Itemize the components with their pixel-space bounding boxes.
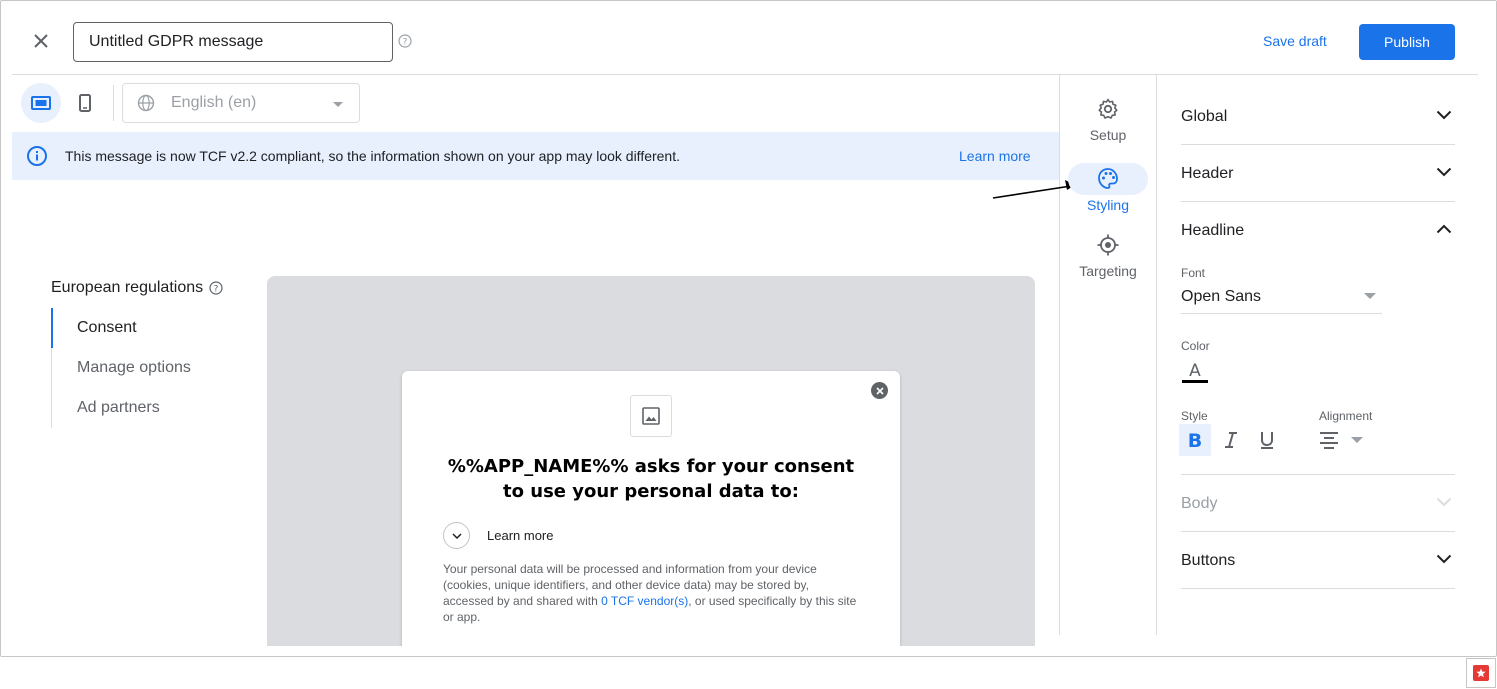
underline-icon xyxy=(1261,432,1273,449)
chevron-down-icon xyxy=(1436,497,1452,507)
section-title: Headline xyxy=(1181,222,1245,239)
font-value: Open Sans xyxy=(1181,288,1262,305)
info-icon xyxy=(27,146,47,166)
tab-label: Targeting xyxy=(1079,263,1137,279)
help-icon[interactable]: ? xyxy=(398,34,412,48)
section-title: Buttons xyxy=(1181,552,1236,569)
consent-card: %%APP_NAME%% asks for your consent to us… xyxy=(402,371,900,646)
italic-button[interactable] xyxy=(1215,424,1247,456)
tab-styling[interactable]: Styling xyxy=(1068,163,1148,227)
styling-panel: Global Header Headline Font Open Sans Co… xyxy=(1179,88,1455,589)
learn-more-row[interactable]: Learn more xyxy=(443,522,553,549)
font-label: Font xyxy=(1181,266,1206,280)
message-name-input[interactable] xyxy=(73,22,393,62)
bold-icon: B xyxy=(1188,431,1202,449)
dialog-close-button[interactable] xyxy=(871,382,888,399)
section-headline[interactable]: Headline Font Open Sans Color A Style Al… xyxy=(1179,202,1455,475)
nav-section-title: European regulations ? xyxy=(51,279,223,297)
close-button[interactable] xyxy=(27,27,55,55)
phone-icon xyxy=(79,94,91,112)
nav-item-manage-options[interactable]: Manage options xyxy=(52,348,231,388)
star-icon xyxy=(1473,665,1489,681)
globe-icon xyxy=(137,94,155,112)
consent-body-text: Your personal data will be processed and… xyxy=(443,561,859,625)
target-icon xyxy=(1097,234,1119,256)
nav-item-consent[interactable]: Consent xyxy=(51,308,231,348)
info-banner: This message is now TCF v2.2 compliant, … xyxy=(12,132,1059,180)
expand-button[interactable] xyxy=(443,522,470,549)
chevron-up-icon xyxy=(1436,224,1452,234)
desktop-view-icon xyxy=(31,96,51,110)
svg-text:?: ? xyxy=(403,38,408,48)
nav-item-ad-partners[interactable]: Ad partners xyxy=(52,388,231,428)
learn-more-label[interactable]: Learn more xyxy=(487,528,553,543)
svg-text:A: A xyxy=(1189,361,1201,381)
font-color-button[interactable]: A xyxy=(1181,358,1209,386)
color-label: Color xyxy=(1181,339,1210,353)
top-bar: ? Save draft Publish xyxy=(1,1,1496,74)
help-icon[interactable]: ? xyxy=(209,281,223,295)
dropdown-caret-icon xyxy=(333,102,343,107)
banner-learn-more-link[interactable]: Learn more xyxy=(959,148,1031,164)
mobile-view-button[interactable] xyxy=(65,83,105,123)
svg-text:B: B xyxy=(1188,431,1202,449)
section-title: Header xyxy=(1181,165,1234,182)
extension-badge[interactable] xyxy=(1466,658,1496,688)
tab-targeting[interactable]: Targeting xyxy=(1068,233,1148,297)
underline-button[interactable] xyxy=(1251,424,1283,456)
close-icon xyxy=(875,386,884,395)
chevron-down-icon xyxy=(1436,554,1452,564)
nav-title-label: European regulations xyxy=(51,279,204,296)
save-draft-button[interactable]: Save draft xyxy=(1253,23,1337,59)
preview-toolbar: English (en) xyxy=(12,75,1059,131)
column-divider xyxy=(1156,75,1157,635)
section-global[interactable]: Global xyxy=(1181,88,1455,145)
banner-text: This message is now TCF v2.2 compliant, … xyxy=(65,148,681,164)
alignment-label: Alignment xyxy=(1319,409,1373,423)
font-select[interactable]: Open Sans xyxy=(1181,284,1382,314)
text-color-icon: A xyxy=(1182,361,1208,383)
consent-headline: %%APP_NAME%% asks for your consent to us… xyxy=(447,456,855,502)
tab-setup[interactable]: Setup xyxy=(1068,97,1148,161)
message-preview: %%APP_NAME%% asks for your consent to us… xyxy=(267,276,1035,646)
section-body[interactable]: Body xyxy=(1181,475,1455,532)
column-divider xyxy=(1059,75,1060,635)
tab-label: Styling xyxy=(1086,197,1130,213)
desktop-view-button[interactable] xyxy=(21,83,61,123)
nav-list: Consent Manage options Ad partners xyxy=(51,308,231,428)
editor-frame: ? Save draft Publish English (en) xyxy=(0,0,1497,657)
language-value: English (en) xyxy=(171,94,257,111)
section-buttons[interactable]: Buttons xyxy=(1181,532,1455,589)
app-logo-placeholder xyxy=(630,395,672,437)
toolbar-separator xyxy=(113,85,114,121)
style-label: Style xyxy=(1181,409,1208,423)
chevron-down-icon xyxy=(1436,167,1452,177)
language-select[interactable]: English (en) xyxy=(122,83,360,123)
tab-label: Setup xyxy=(1089,127,1127,143)
image-icon xyxy=(642,407,660,425)
vendor-link[interactable]: 0 TCF vendor(s) xyxy=(601,594,688,608)
chevron-down-icon xyxy=(1436,110,1452,120)
italic-icon xyxy=(1225,432,1237,448)
section-title: Body xyxy=(1181,495,1218,512)
section-title: Global xyxy=(1181,108,1228,125)
chevron-down-icon xyxy=(451,532,462,539)
section-header[interactable]: Header xyxy=(1181,145,1455,202)
palette-icon xyxy=(1098,168,1118,189)
alignment-select[interactable] xyxy=(1319,424,1369,456)
gear-icon xyxy=(1098,98,1118,119)
svg-text:?: ? xyxy=(214,285,219,295)
close-icon xyxy=(34,34,48,48)
publish-button[interactable]: Publish xyxy=(1359,24,1455,60)
align-center-icon xyxy=(1320,432,1338,449)
bold-button[interactable]: B xyxy=(1179,424,1211,456)
dropdown-caret-icon xyxy=(1351,437,1363,443)
dropdown-caret-icon xyxy=(1364,293,1376,299)
